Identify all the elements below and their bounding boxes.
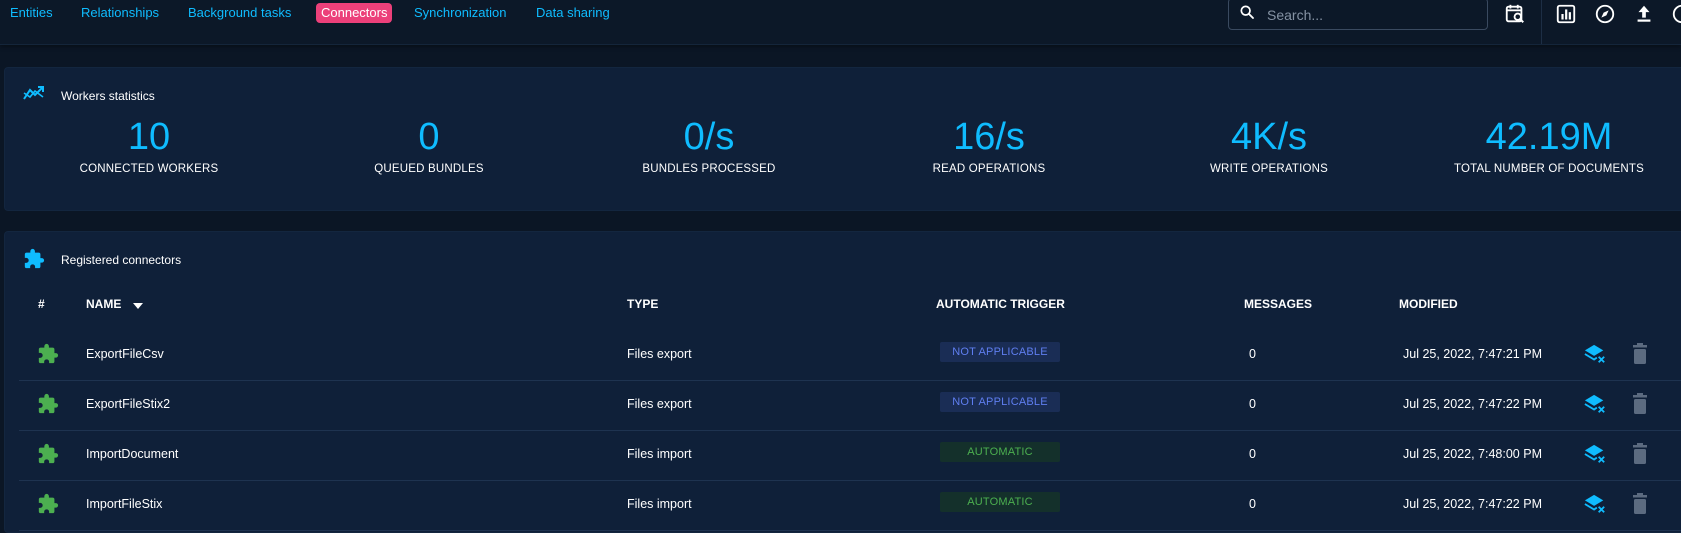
delete-icon[interactable] <box>1631 443 1649 470</box>
trend-icon <box>23 85 45 106</box>
connector-active-icon <box>37 443 59 470</box>
connector-type: Files export <box>627 347 692 361</box>
delete-icon[interactable] <box>1631 493 1649 520</box>
registered-connectors-title: Registered connectors <box>61 253 182 267</box>
tab-synchronization[interactable]: Synchronization <box>409 3 512 23</box>
stat-label: READ OPERATIONS <box>932 163 1046 175</box>
tab-entities[interactable]: Entities <box>5 3 58 23</box>
clear-queue-icon[interactable] <box>1584 443 1606 470</box>
connector-messages: 0 <box>1249 447 1256 461</box>
toolbar-divider <box>1541 0 1542 44</box>
stat-label: QUEUED BUNDLES <box>374 163 484 175</box>
stat-value: 0 <box>418 116 440 158</box>
stat-write-operations: 4K/s WRITE OPERATIONS <box>1129 115 1409 175</box>
tab-relationships[interactable]: Relationships <box>76 3 164 23</box>
delete-icon[interactable] <box>1631 343 1649 370</box>
connector-name: ExportFileStix2 <box>86 397 171 411</box>
chart-icon[interactable] <box>1555 3 1577 25</box>
stat-value: 42.19M <box>1485 116 1613 158</box>
stat-label: CONNECTED WORKERS <box>79 163 219 175</box>
clear-queue-icon[interactable] <box>1584 343 1606 370</box>
connector-modified: Jul 25, 2022, 7:47:22 PM <box>1403 397 1542 411</box>
tab-connectors[interactable]: Connectors <box>316 3 393 23</box>
table-row[interactable]: ImportFileStix Files import AUTOMATIC 0 … <box>19 480 1681 531</box>
connector-modified: Jul 25, 2022, 7:48:00 PM <box>1403 447 1542 461</box>
connector-type: Files export <box>627 397 692 411</box>
compass-icon[interactable] <box>1594 3 1616 25</box>
connector-active-icon <box>37 343 59 370</box>
upload-icon[interactable] <box>1633 3 1655 25</box>
puzzle-icon <box>23 248 45 275</box>
trigger-badge: AUTOMATIC <box>940 492 1060 512</box>
connector-name: ImportFileStix <box>86 497 163 511</box>
stat-queued-bundles: 0 QUEUED BUNDLES <box>289 115 569 175</box>
table-row[interactable]: ImportDocument Files import AUTOMATIC 0 … <box>19 430 1681 481</box>
stat-read-operations: 16/s READ OPERATIONS <box>849 115 1129 175</box>
tab-data-sharing[interactable]: Data sharing <box>531 3 615 23</box>
column-header-name[interactable]: NAME <box>86 297 121 311</box>
workers-statistics-title: Workers statistics <box>61 89 155 103</box>
column-header-index: # <box>38 297 45 311</box>
stat-bundles-processed: 0/s BUNDLES PROCESSED <box>569 115 849 175</box>
workers-statistics-panel: Workers statistics 10 CONNECTED WORKERS … <box>4 67 1681 211</box>
tab-background-tasks[interactable]: Background tasks <box>183 3 296 23</box>
sort-arrow-down-icon[interactable] <box>132 298 144 316</box>
connector-name: ImportDocument <box>86 447 179 461</box>
connector-name: ExportFileCsv <box>86 347 164 361</box>
connector-messages: 0 <box>1249 497 1256 511</box>
connector-messages: 0 <box>1249 397 1256 411</box>
clear-queue-icon[interactable] <box>1584 493 1606 520</box>
trigger-badge: NOT APPLICABLE <box>940 342 1060 362</box>
stat-value: 4K/s <box>1230 116 1308 158</box>
search-input[interactable] <box>1265 3 1479 27</box>
column-header-messages[interactable]: MESSAGES <box>1244 297 1312 311</box>
stat-value: 0/s <box>683 116 735 158</box>
connector-modified: Jul 25, 2022, 7:47:21 PM <box>1403 347 1542 361</box>
column-header-type[interactable]: TYPE <box>627 297 658 311</box>
table-row[interactable]: ExportFileCsv Files export NOT APPLICABL… <box>19 330 1681 381</box>
connector-type: Files import <box>627 497 692 511</box>
connector-modified: Jul 25, 2022, 7:47:22 PM <box>1403 497 1542 511</box>
clear-queue-icon[interactable] <box>1584 393 1606 420</box>
connector-type: Files import <box>627 447 692 461</box>
stat-value: 16/s <box>953 116 1025 158</box>
stat-total-documents: 42.19M TOTAL NUMBER OF DOCUMENTS <box>1409 115 1681 175</box>
search-calendar-icon[interactable] <box>1504 3 1526 25</box>
stat-label: BUNDLES PROCESSED <box>642 163 776 175</box>
column-header-modified[interactable]: MODIFIED <box>1399 297 1458 311</box>
stat-connected-workers: 10 CONNECTED WORKERS <box>9 115 289 175</box>
stat-label: TOTAL NUMBER OF DOCUMENTS <box>1453 163 1645 175</box>
table-row[interactable]: ExportFileStix2 Files export NOT APPLICA… <box>19 380 1681 431</box>
account-icon[interactable] <box>1671 3 1681 25</box>
stat-value: 10 <box>127 116 171 158</box>
connector-active-icon <box>37 393 59 420</box>
stat-label: WRITE OPERATIONS <box>1210 163 1328 175</box>
registered-connectors-panel: Registered connectors # NAME TYPE AUTOMA… <box>4 231 1681 533</box>
trigger-badge: NOT APPLICABLE <box>940 392 1060 412</box>
search-box[interactable] <box>1228 0 1488 30</box>
delete-icon[interactable] <box>1631 393 1649 420</box>
trigger-badge: AUTOMATIC <box>940 442 1060 462</box>
search-icon <box>1239 4 1255 25</box>
top-bar: Entities Relationships Background tasks … <box>0 0 1681 45</box>
connector-messages: 0 <box>1249 347 1256 361</box>
column-header-trigger[interactable]: AUTOMATIC TRIGGER <box>936 297 1065 311</box>
connector-active-icon <box>37 493 59 520</box>
